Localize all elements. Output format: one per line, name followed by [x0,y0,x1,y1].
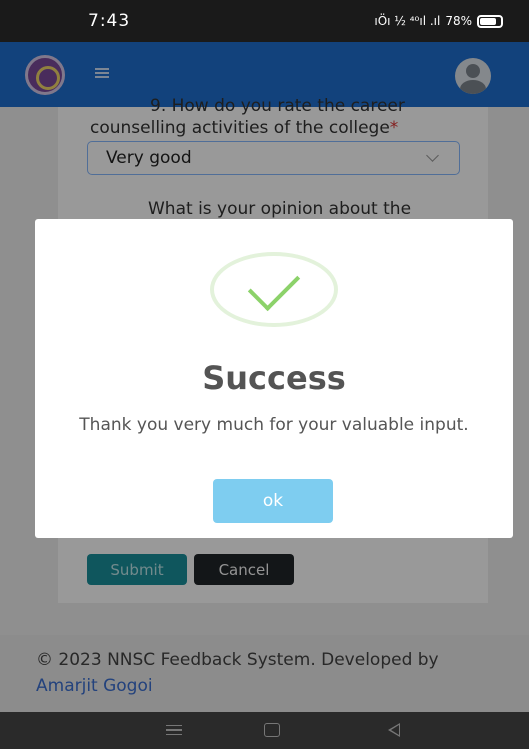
checkmark-icon [247,258,301,312]
dialog-message: Thank you very much for your valuable in… [79,415,469,435]
ok-button[interactable]: ok [213,479,333,523]
status-time: 7:43 [88,11,131,31]
system-nav-bar [0,712,529,749]
network-signal-icon: ıÖı ½ ⁴⁰ıl .ıl [374,14,441,28]
battery-icon [477,14,503,28]
success-dialog: Success Thank you very much for your val… [35,219,513,538]
recent-apps-icon[interactable] [166,725,182,735]
dialog-title: Success [202,359,346,397]
battery-level: 78% [445,14,472,28]
home-icon[interactable] [264,723,280,737]
status-bar: 7:43 ıÖı ½ ⁴⁰ıl .ıl 78% [0,0,529,42]
back-icon[interactable] [388,723,400,737]
status-icons: ıÖı ½ ⁴⁰ıl .ıl 78% [374,14,503,28]
success-check-icon [210,252,338,327]
